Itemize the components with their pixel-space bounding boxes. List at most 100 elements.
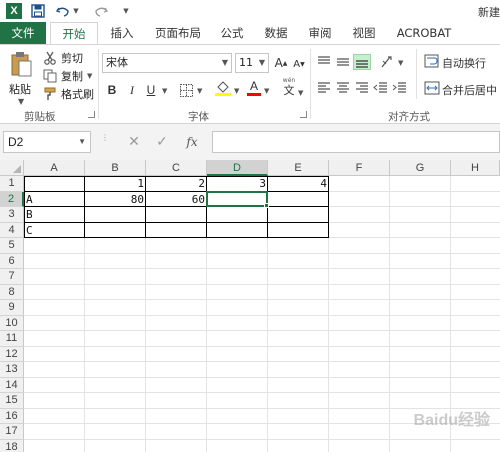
tab-view[interactable]: 视图 xyxy=(346,22,382,44)
font-size-select[interactable]: 11 ▼ xyxy=(235,53,269,73)
column-header-d[interactable]: D xyxy=(207,160,268,176)
cell-b2[interactable]: 80 xyxy=(85,192,146,208)
wrap-text-button[interactable]: 自动换行 xyxy=(442,55,486,71)
font-launcher-icon[interactable] xyxy=(300,111,307,118)
customize-toolbar-icon[interactable]: ▼ xyxy=(122,3,130,19)
row-header-4[interactable]: 4 xyxy=(0,222,24,238)
font-name-select[interactable]: 宋体 ▼ xyxy=(102,53,232,73)
underline-button[interactable]: U xyxy=(143,81,159,99)
merge-center-button[interactable]: 合并后居中 xyxy=(442,82,497,98)
font-color-dropdown-icon[interactable]: ▼ xyxy=(264,87,269,95)
row-header-5[interactable]: 5 xyxy=(0,238,24,254)
tab-page-layout[interactable]: 页面布局 xyxy=(148,22,208,44)
tab-review[interactable]: 审阅 xyxy=(302,22,338,44)
cell-a3[interactable]: B xyxy=(24,207,85,223)
clipboard-launcher-icon[interactable] xyxy=(88,111,95,118)
fill-handle[interactable] xyxy=(264,203,269,208)
italic-button[interactable]: I xyxy=(124,81,140,99)
cell-c1[interactable]: 2 xyxy=(146,176,207,192)
select-all-button[interactable] xyxy=(0,160,24,176)
row-header-15[interactable]: 15 xyxy=(0,393,24,409)
cancel-entry-button[interactable]: ✕ xyxy=(124,132,144,152)
tab-insert[interactable]: 插入 xyxy=(104,22,140,44)
name-box[interactable]: D2 ▼ xyxy=(3,131,91,153)
undo-icon[interactable] xyxy=(56,3,70,19)
row-header-18[interactable]: 18 xyxy=(0,439,24,452)
insert-function-button[interactable]: fx xyxy=(182,132,202,152)
cell-b1[interactable]: 1 xyxy=(85,176,146,192)
phonetic-guide-button[interactable]: wén 文 xyxy=(278,77,300,96)
align-middle-icon[interactable] xyxy=(335,55,351,69)
row-header-9[interactable]: 9 xyxy=(0,300,24,316)
formula-input[interactable] xyxy=(212,131,500,153)
cut-button[interactable]: 剪切 xyxy=(42,49,83,67)
cell-d1[interactable]: 3 xyxy=(207,176,268,192)
align-right-icon[interactable] xyxy=(354,81,370,95)
column-header-c[interactable]: C xyxy=(146,160,207,176)
tab-file[interactable]: 文件 xyxy=(0,22,46,44)
row-header-10[interactable]: 10 xyxy=(0,315,24,331)
row-header-1[interactable]: 1 xyxy=(0,176,24,192)
tab-data[interactable]: 数据 xyxy=(258,22,294,44)
font-group-label: 字体 xyxy=(188,111,209,123)
font-name-dropdown-icon: ▼ xyxy=(221,58,228,67)
borders-button[interactable] xyxy=(178,81,194,99)
tab-formulas[interactable]: 公式 xyxy=(214,22,250,44)
align-bottom-icon[interactable] xyxy=(353,54,371,70)
paste-dropdown-icon[interactable]: ▼ xyxy=(18,97,24,106)
fill-color-button[interactable] xyxy=(214,79,232,97)
orientation-dropdown-icon[interactable]: ▼ xyxy=(398,59,403,67)
tab-acrobat[interactable]: ACROBAT xyxy=(392,22,456,44)
column-header-h[interactable]: H xyxy=(451,160,500,176)
worksheet-grid[interactable]: ABCDEFGH 1 2 3 4 5 6 7 8 9 10 11 12 13 14 15 16 17 18 123… xyxy=(0,160,500,452)
bold-button[interactable]: B xyxy=(104,81,120,99)
cell-e1[interactable]: 4 xyxy=(268,176,329,192)
font-color-button[interactable]: A xyxy=(246,79,262,97)
formula-bar-grip[interactable]: ⋮ xyxy=(101,134,109,148)
align-top-icon[interactable] xyxy=(316,55,332,69)
cell-a4[interactable]: C xyxy=(24,223,85,239)
fill-color-dropdown-icon[interactable]: ▼ xyxy=(234,87,239,95)
increase-indent-icon[interactable] xyxy=(392,81,408,95)
shrink-font-button[interactable]: A ▼ xyxy=(292,55,306,73)
borders-icon xyxy=(179,83,193,97)
cell-a2[interactable]: A xyxy=(24,192,85,208)
row-header-2[interactable]: 2 xyxy=(0,191,24,207)
row-header-6[interactable]: 6 xyxy=(0,253,24,269)
align-center-icon[interactable] xyxy=(335,81,351,95)
column-header-b[interactable]: B xyxy=(85,160,146,176)
redo-icon[interactable] xyxy=(94,3,108,19)
undo-dropdown-icon[interactable]: ▼ xyxy=(72,3,80,19)
row-header-11[interactable]: 11 xyxy=(0,331,24,347)
orientation-icon[interactable] xyxy=(380,55,396,69)
row-header-12[interactable]: 12 xyxy=(0,346,24,362)
paste-button[interactable]: 粘贴 ▼ xyxy=(6,49,36,106)
tab-home[interactable]: 开始 xyxy=(50,22,98,45)
row-header-7[interactable]: 7 xyxy=(0,269,24,285)
row-header-3[interactable]: 3 xyxy=(0,207,24,223)
column-header-g[interactable]: G xyxy=(390,160,451,176)
align-left-icon[interactable] xyxy=(316,81,332,95)
copy-dropdown-icon[interactable]: ▼ xyxy=(87,72,92,80)
underline-dropdown-icon[interactable]: ▼ xyxy=(162,87,167,95)
phonetic-dropdown-icon[interactable]: ▼ xyxy=(298,89,303,97)
save-icon[interactable] xyxy=(31,3,45,19)
format-painter-button[interactable]: 格式刷 xyxy=(42,85,94,103)
row-header-16[interactable]: 16 xyxy=(0,408,24,424)
column-header-e[interactable]: E xyxy=(268,160,329,176)
row-header-14[interactable]: 14 xyxy=(0,377,24,393)
grow-font-button[interactable]: A ▲ xyxy=(274,54,288,72)
row-header-8[interactable]: 8 xyxy=(0,284,24,300)
row-header-13[interactable]: 13 xyxy=(0,362,24,378)
decrease-indent-icon[interactable] xyxy=(373,81,389,95)
column-header-f[interactable]: F xyxy=(329,160,390,176)
font-size-dropdown-icon: ▼ xyxy=(258,58,265,67)
gridline xyxy=(24,345,500,347)
copy-button[interactable]: 复制 ▼ xyxy=(42,67,92,85)
column-header-a[interactable]: A xyxy=(24,160,85,176)
row-header-17[interactable]: 17 xyxy=(0,424,24,440)
borders-dropdown-icon[interactable]: ▼ xyxy=(197,87,202,95)
cell-c2[interactable]: 60 xyxy=(146,192,207,208)
gridline xyxy=(24,376,500,378)
enter-entry-button[interactable]: ✓ xyxy=(152,132,172,152)
